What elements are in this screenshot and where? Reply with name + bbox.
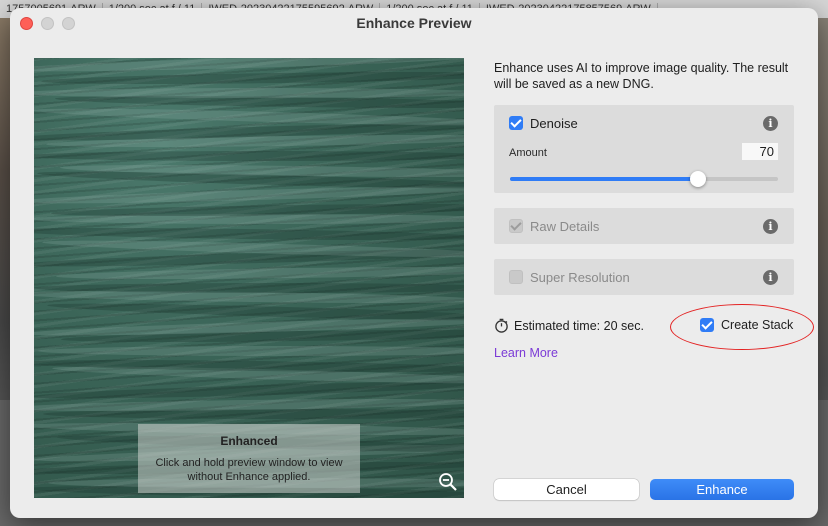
super-resolution-checkbox xyxy=(509,270,523,284)
amount-slider[interactable] xyxy=(494,167,794,195)
create-stack-label: Create Stack xyxy=(721,318,794,332)
denoise-section: Denoise i Amount 70 xyxy=(494,105,794,193)
zoom-window-button[interactable] xyxy=(62,17,75,30)
create-stack-checkbox[interactable] xyxy=(700,318,714,332)
raw-details-label: Raw Details xyxy=(530,218,600,234)
info-icon[interactable]: i xyxy=(763,116,778,131)
estimated-time: Estimated time: 20 sec. xyxy=(494,318,644,333)
water-ripple xyxy=(38,346,464,356)
cancel-button[interactable]: Cancel xyxy=(494,479,639,500)
raw-details-section: Raw Details i xyxy=(494,208,794,244)
raw-details-checkbox xyxy=(509,219,523,233)
learn-more-link[interactable]: Learn More xyxy=(494,346,558,360)
denoise-row[interactable]: Denoise i xyxy=(494,105,794,141)
slider-track[interactable] xyxy=(510,171,778,187)
overlay-hint-line1: Click and hold preview window to view xyxy=(155,457,343,469)
zoom-out-icon[interactable] xyxy=(438,472,458,492)
amount-value-field[interactable]: 70 xyxy=(742,143,778,160)
titlebar: Enhance Preview xyxy=(10,8,818,38)
stopwatch-icon xyxy=(495,318,508,333)
create-stack-option[interactable]: Create Stack xyxy=(700,318,793,332)
super-resolution-label: Super Resolution xyxy=(530,269,630,285)
dialog-title: Enhance Preview xyxy=(356,15,472,31)
water-ripple xyxy=(34,151,464,161)
enhance-button[interactable]: Enhance xyxy=(650,479,794,500)
amount-row: Amount 70 xyxy=(494,141,794,167)
overlay-title: Enhanced xyxy=(220,434,278,448)
enhance-description: Enhance uses AI to improve image quality… xyxy=(494,61,789,91)
options-panel: Enhance uses AI to improve image quality… xyxy=(494,58,814,360)
water-ripple xyxy=(40,69,464,87)
slider-fill xyxy=(510,177,698,181)
denoise-checkbox[interactable] xyxy=(509,116,523,130)
enhance-preview-dialog: Enhance Preview Enhanced Click and hold … xyxy=(10,8,818,518)
overlay-hint-line2: without Enhance applied. xyxy=(187,471,311,483)
info-icon[interactable]: i xyxy=(763,270,778,285)
super-resolution-row: Super Resolution i xyxy=(494,259,794,295)
super-resolution-section: Super Resolution i xyxy=(494,259,794,295)
minimize-window-button[interactable] xyxy=(41,17,54,30)
enhanced-overlay: Enhanced Click and hold preview window t… xyxy=(138,424,360,493)
denoise-label: Denoise xyxy=(530,115,578,131)
water-ripple xyxy=(34,88,464,98)
preview-window[interactable]: Enhanced Click and hold preview window t… xyxy=(34,58,464,498)
close-window-button[interactable] xyxy=(20,17,33,30)
estimated-time-text: Estimated time: 20 sec. xyxy=(514,318,644,333)
slider-thumb[interactable] xyxy=(689,171,706,187)
water-ripple xyxy=(55,264,464,282)
raw-details-row: Raw Details i xyxy=(494,208,794,244)
info-icon[interactable]: i xyxy=(763,219,778,234)
amount-label: Amount xyxy=(509,147,547,159)
window-controls xyxy=(20,17,75,30)
